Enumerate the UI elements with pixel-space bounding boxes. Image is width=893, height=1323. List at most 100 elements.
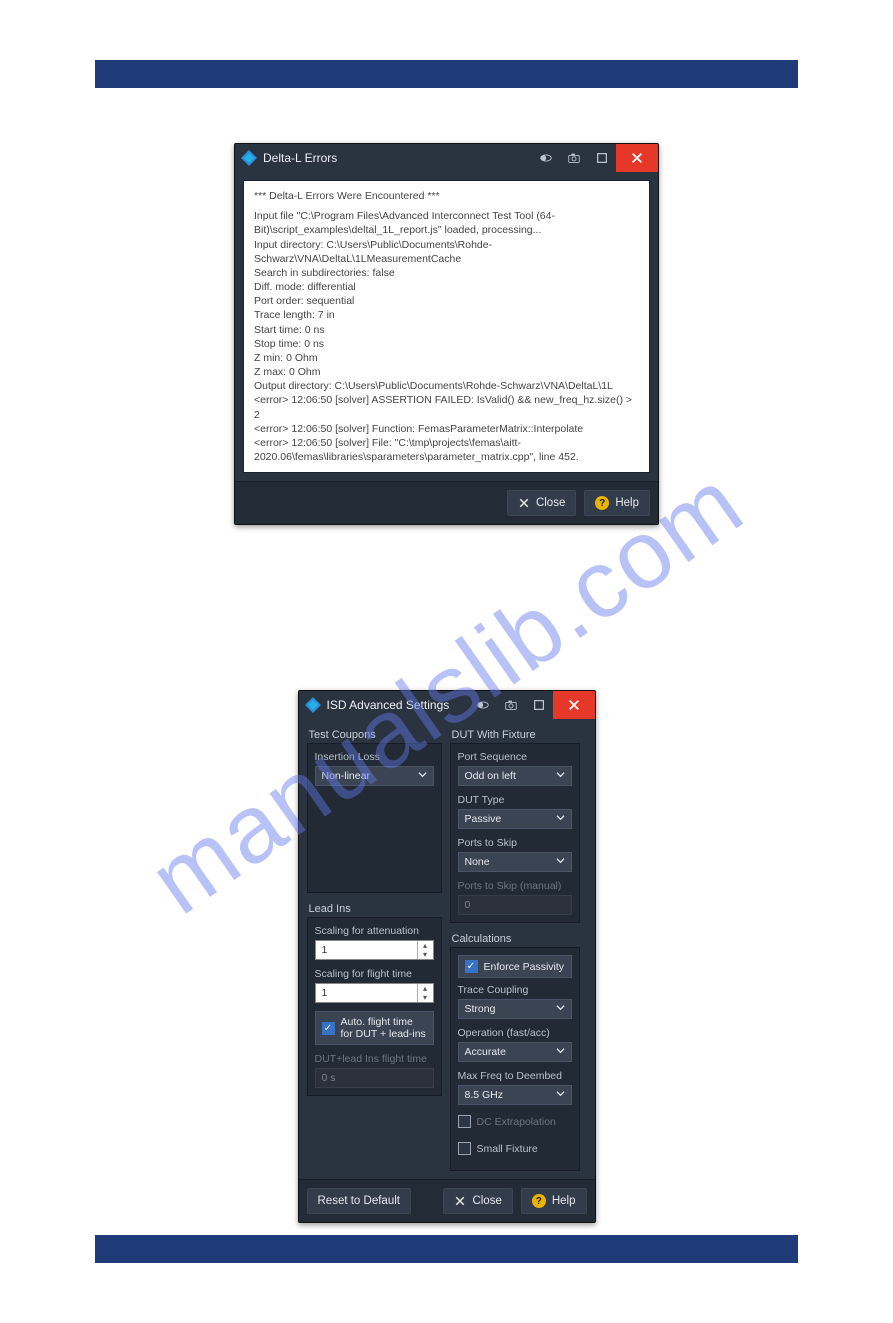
reset-label: Reset to Default xyxy=(318,1195,400,1207)
checkbox-label: Enforce Passivity xyxy=(484,961,565,973)
combo-value: Strong xyxy=(465,1003,496,1015)
checkbox-icon xyxy=(458,1142,471,1155)
trace-coupling-combo[interactable]: Strong xyxy=(458,999,572,1019)
help-label: Help xyxy=(615,497,639,509)
dialog-title: Delta-L Errors xyxy=(263,151,337,165)
maximize-icon[interactable] xyxy=(525,694,553,716)
insertion-loss-combo[interactable]: Non-linear xyxy=(315,766,434,786)
scaling-attenuation-input[interactable]: 1 ▴▾ xyxy=(315,940,434,960)
help-button[interactable]: ? Help xyxy=(521,1188,587,1214)
section-calculations: Calculations xyxy=(450,931,580,947)
dialog-footer: Close ? Help xyxy=(235,481,658,524)
error-line: Z min: 0 Ohm xyxy=(254,351,639,365)
section-test-coupons: Test Coupons xyxy=(307,727,442,743)
isd-advanced-settings-dialog: ISD Advanced Settings Test Coupons Inser… xyxy=(298,690,596,1223)
dut-type-label: DUT Type xyxy=(458,794,572,806)
combo-value: 8.5 GHz xyxy=(465,1089,504,1101)
dialog-title: ISD Advanced Settings xyxy=(327,698,450,712)
error-line: Diff. mode: differential xyxy=(254,280,639,294)
operation-combo[interactable]: Accurate xyxy=(458,1042,572,1062)
chevron-down-icon xyxy=(556,856,565,868)
error-line: Output directory: C:\Users\Public\Docume… xyxy=(254,379,639,393)
error-line: <error> 12:06:50 [solver] File: "C:\tmp\… xyxy=(254,436,639,464)
port-sequence-combo[interactable]: Odd on left xyxy=(458,766,572,786)
page-footer-bar xyxy=(95,1235,798,1263)
ports-to-skip-label: Ports to Skip xyxy=(458,837,572,849)
combo-value: Non-linear xyxy=(322,770,370,782)
section-dut-with-fixture: DUT With Fixture xyxy=(450,727,580,743)
chevron-down-icon xyxy=(556,1046,565,1058)
enforce-passivity-checkbox[interactable]: ✓ Enforce Passivity xyxy=(458,955,572,978)
ports-to-skip-combo[interactable]: None xyxy=(458,852,572,872)
combo-value: None xyxy=(465,856,490,868)
page-header-bar xyxy=(95,60,798,88)
checkbox-label: Small Fixture xyxy=(477,1143,538,1155)
camera-icon[interactable] xyxy=(497,694,525,716)
window-close-button[interactable] xyxy=(616,144,658,172)
error-line: Port order: sequential xyxy=(254,294,639,308)
spin-value: 1 xyxy=(316,944,417,956)
close-button[interactable]: Close xyxy=(507,490,576,516)
input-value: 0 xyxy=(465,899,471,911)
toggle-icon[interactable] xyxy=(469,694,497,716)
combo-value: Passive xyxy=(465,813,502,825)
spin-value: 1 xyxy=(316,987,417,999)
chevron-down-icon xyxy=(418,770,427,782)
dut-lead-flight-time-input: 0 s xyxy=(315,1068,434,1088)
checkbox-label: DC Extrapolation xyxy=(477,1116,556,1128)
dut-type-combo[interactable]: Passive xyxy=(458,809,572,829)
ports-to-skip-manual-label: Ports to Skip (manual) xyxy=(458,880,572,892)
max-freq-label: Max Freq to Deembed xyxy=(458,1070,572,1082)
toggle-icon[interactable] xyxy=(532,147,560,169)
help-button[interactable]: ? Help xyxy=(584,490,650,516)
error-header: *** Delta-L Errors Were Encountered *** xyxy=(254,189,639,203)
small-fixture-checkbox[interactable]: Small Fixture xyxy=(458,1140,572,1157)
titlebar: ISD Advanced Settings xyxy=(299,691,595,719)
close-button[interactable]: Close xyxy=(443,1188,512,1214)
titlebar: Delta-L Errors xyxy=(235,144,658,172)
dut-lead-flight-time-label: DUT+lead Ins flight time xyxy=(315,1053,434,1065)
calculations-panel: ✓ Enforce Passivity Trace Coupling Stron… xyxy=(450,947,580,1171)
question-icon: ? xyxy=(595,496,609,510)
app-icon xyxy=(241,150,257,166)
close-label: Close xyxy=(536,497,565,509)
error-line: <error> 12:06:50 [solver] ASSERTION FAIL… xyxy=(254,393,639,421)
checkbox-icon xyxy=(458,1115,471,1128)
scaling-flight-input[interactable]: 1 ▴▾ xyxy=(315,983,434,1003)
scaling-flight-label: Scaling for flight time xyxy=(315,968,434,980)
camera-icon[interactable] xyxy=(560,147,588,169)
port-sequence-label: Port Sequence xyxy=(458,751,572,763)
operation-label: Operation (fast/acc) xyxy=(458,1027,572,1039)
maximize-icon[interactable] xyxy=(588,147,616,169)
error-line: Input directory: C:\Users\Public\Documen… xyxy=(254,238,639,266)
trace-coupling-label: Trace Coupling xyxy=(458,984,572,996)
x-icon xyxy=(454,1195,466,1207)
input-value: 0 s xyxy=(322,1072,336,1084)
chevron-down-icon xyxy=(556,1089,565,1101)
help-label: Help xyxy=(552,1195,576,1207)
delta-l-errors-dialog: Delta-L Errors *** Delta-L Errors Were E… xyxy=(234,143,659,525)
error-text-area: *** Delta-L Errors Were Encountered *** … xyxy=(243,180,650,473)
max-freq-combo[interactable]: 8.5 GHz xyxy=(458,1085,572,1105)
error-line: <error> 12:06:50 [solver] Function: Fema… xyxy=(254,422,639,436)
spin-buttons[interactable]: ▴▾ xyxy=(417,984,433,1002)
dut-with-fixture-panel: Port Sequence Odd on left DUT Type Passi… xyxy=(450,743,580,923)
window-close-button[interactable] xyxy=(553,691,595,719)
auto-flight-time-checkbox[interactable]: ✓ Auto. flight time for DUT + lead-ins xyxy=(315,1011,434,1045)
reset-to-default-button[interactable]: Reset to Default xyxy=(307,1188,411,1214)
test-coupons-panel: Insertion Loss Non-linear xyxy=(307,743,442,893)
error-line: Z max: 0 Ohm xyxy=(254,365,639,379)
spin-buttons[interactable]: ▴▾ xyxy=(417,941,433,959)
chevron-down-icon xyxy=(556,1003,565,1015)
scaling-attenuation-label: Scaling for attenuation xyxy=(315,925,434,937)
app-icon xyxy=(305,697,321,713)
combo-value: Odd on left xyxy=(465,770,516,782)
checkbox-label: Auto. flight time for DUT + lead-ins xyxy=(341,1016,427,1040)
section-lead-ins: Lead Ins xyxy=(307,901,442,917)
error-line: Search in subdirectories: false xyxy=(254,266,639,280)
chevron-down-icon xyxy=(556,770,565,782)
x-icon xyxy=(518,497,530,509)
error-line: Trace length: 7 in xyxy=(254,308,639,322)
question-icon: ? xyxy=(532,1194,546,1208)
dc-extrapolation-checkbox: DC Extrapolation xyxy=(458,1113,572,1130)
